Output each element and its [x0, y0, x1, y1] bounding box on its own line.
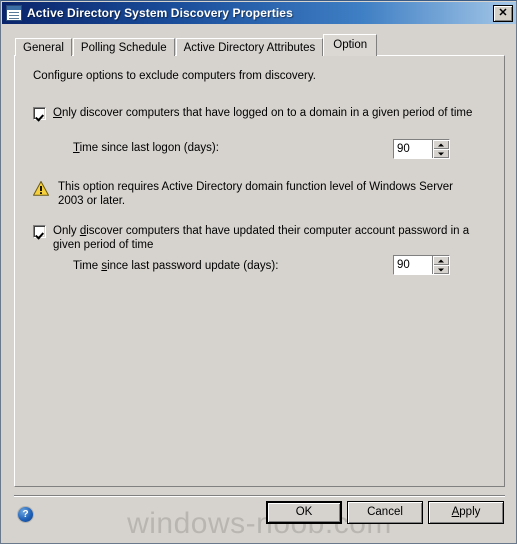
ok-button[interactable]: OK	[266, 501, 342, 524]
cancel-button[interactable]: Cancel	[347, 501, 423, 524]
close-icon[interactable]: ✕	[493, 5, 513, 22]
apply-button[interactable]: Apply	[428, 501, 504, 524]
spinner-time-since-last-password-update[interactable]	[393, 255, 450, 275]
checkbox-label-logon: Only discover computers that have logged…	[53, 106, 472, 120]
tab-content-panel: Configure options to exclude computers f…	[14, 55, 505, 487]
tab-general[interactable]: General	[15, 38, 72, 56]
tab-active-directory-attributes[interactable]: Active Directory Attributes	[175, 38, 324, 56]
spinner-time-since-last-logon[interactable]	[393, 139, 450, 159]
properties-window-icon	[6, 5, 22, 21]
warning-triangle-icon	[33, 181, 49, 196]
checkbox-label-password: Only discover computers that have update…	[53, 224, 483, 252]
spin-buttons-logon	[432, 140, 449, 158]
checkbox-label-password-rest: iscover computers that have updated thei…	[53, 225, 470, 251]
label-time-since-last-logon: Time since last logon (days):	[73, 142, 219, 154]
tab-strip: General Polling Schedule Active Director…	[15, 34, 378, 56]
accel-char-time-logon: T	[73, 142, 80, 154]
tab-option[interactable]: Option	[323, 34, 378, 56]
spin-down-icon-logon[interactable]	[433, 149, 449, 158]
accel-char-logon: O	[53, 107, 62, 119]
checkbox-row-logon[interactable]: Only discover computers that have logged…	[33, 106, 473, 120]
apply-button-rest: pply	[459, 506, 481, 518]
intro-text: Configure options to exclude computers f…	[33, 70, 316, 82]
label-password-pre: Time	[73, 260, 102, 272]
warning-row: This option requires Active Directory do…	[33, 180, 478, 208]
footer-separator	[14, 495, 505, 497]
label-time-since-last-password-update: Time since last password update (days):	[73, 260, 278, 272]
spin-buttons-password	[432, 256, 449, 274]
checkbox-only-discover-logon[interactable]	[33, 107, 46, 120]
spin-up-icon-logon[interactable]	[433, 140, 449, 149]
checkbox-label-password-pre: Only	[53, 225, 80, 237]
help-icon[interactable]: ?	[17, 506, 34, 523]
checkbox-only-discover-password[interactable]	[33, 225, 46, 238]
properties-dialog: Active Directory System Discovery Proper…	[0, 0, 517, 544]
checkbox-row-password[interactable]: Only discover computers that have update…	[33, 224, 483, 252]
title-bar: Active Directory System Discovery Proper…	[2, 2, 516, 24]
label-password-rest: ince last password update (days):	[107, 260, 279, 272]
label-time-since-last-logon-rest: ime since last logon (days):	[79, 142, 219, 154]
tab-polling-schedule[interactable]: Polling Schedule	[72, 38, 175, 56]
spin-up-icon-password[interactable]	[433, 256, 449, 265]
spin-down-icon-password[interactable]	[433, 265, 449, 274]
input-time-since-last-password-update[interactable]	[394, 256, 432, 274]
warning-text: This option requires Active Directory do…	[58, 181, 454, 207]
window-title: Active Directory System Discovery Proper…	[27, 6, 293, 20]
checkbox-label-logon-rest: nly discover computers that have logged …	[61, 107, 473, 119]
input-time-since-last-logon[interactable]	[394, 140, 432, 158]
